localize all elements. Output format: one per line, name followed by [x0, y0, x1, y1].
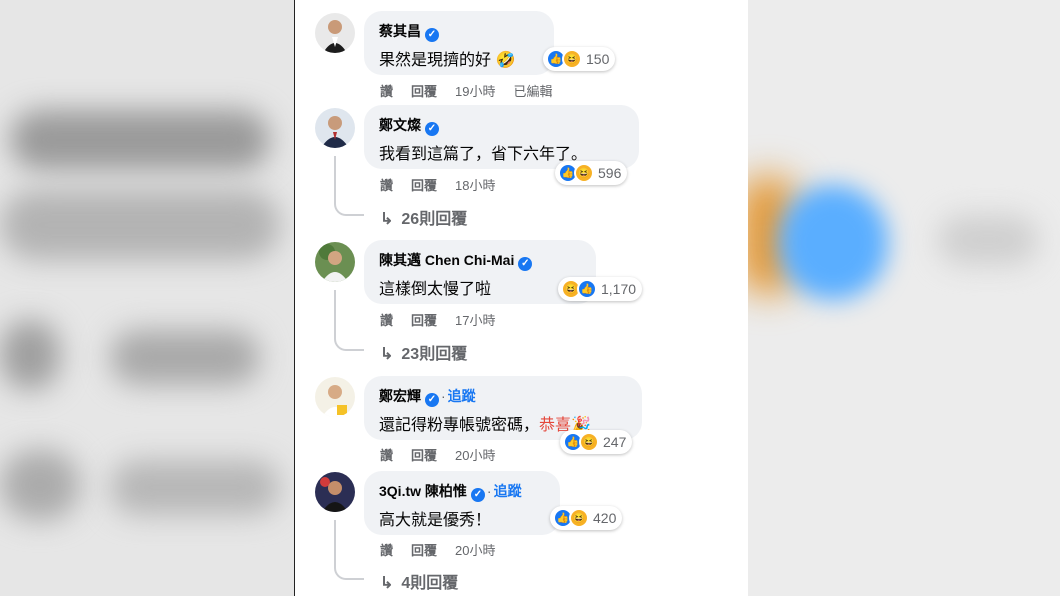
commenter-name[interactable]: 陳其邁 Chen Chi-Mai ✓ — [379, 250, 533, 271]
reaction-summary[interactable]: 😆 👍 1,170 — [558, 277, 643, 301]
reaction-count: 150 — [586, 51, 610, 67]
view-replies-link[interactable]: ↳ 26則回覆 — [380, 205, 467, 229]
reaction-summary[interactable]: 👍 😆 596 — [555, 161, 628, 185]
avatar[interactable] — [315, 108, 355, 148]
commenter-name[interactable]: 蔡其昌 ✓ — [379, 21, 439, 42]
timestamp[interactable]: 18小時 — [455, 178, 495, 193]
edited-label: 已編輯 — [513, 84, 553, 99]
comment-bubble: 鄭文燦 ✓ 我看到這篇了，省下六年了。 — [364, 105, 639, 169]
avatar[interactable] — [315, 377, 355, 417]
reaction-count: 420 — [593, 510, 617, 526]
thread-line — [334, 290, 364, 351]
comment-actions: 讚 回覆 19小時 已編輯 — [380, 81, 571, 100]
comment-bubble: 蔡其昌 ✓ 果然是現擠的好 🤣 — [364, 11, 554, 75]
like-button[interactable]: 讚 — [380, 543, 393, 558]
comment-text: 還記得粉專帳號密碼，恭喜🎉 — [379, 417, 591, 434]
reaction-count: 247 — [603, 434, 627, 450]
haha-icon: 😆 — [579, 432, 599, 452]
reply-button[interactable]: 回覆 — [411, 84, 437, 99]
commenter-name[interactable]: 鄭宏輝 ✓ · 追蹤 — [379, 386, 476, 407]
laughing-emoji-icon: 🤣 — [495, 52, 516, 69]
follow-button[interactable]: 追蹤 — [448, 388, 476, 404]
commenter-name[interactable]: 3Qi.tw 陳柏惟 ✓ · 追蹤 — [379, 481, 522, 502]
follow-button[interactable]: 追蹤 — [494, 483, 522, 499]
comment-text: 我看到這篇了，省下六年了。 — [379, 146, 588, 163]
comment-text: 這樣倒太慢了啦 — [379, 281, 492, 298]
comment-actions: 讚 回覆 20小時 — [380, 540, 514, 559]
avatar[interactable] — [315, 472, 355, 512]
reply-button[interactable]: 回覆 — [411, 543, 437, 558]
commenter-name[interactable]: 鄭文燦 ✓ — [379, 115, 439, 136]
reply-arrow-icon: ↳ — [380, 575, 394, 592]
comment-actions: 讚 回覆 17小時 — [380, 310, 514, 329]
timestamp[interactable]: 17小時 — [455, 313, 495, 328]
comment-text: 高大就是優秀！ — [379, 512, 492, 529]
reply-button[interactable]: 回覆 — [411, 448, 437, 463]
haha-icon: 😆 — [574, 163, 594, 183]
reaction-summary[interactable]: 👍 😆 150 — [543, 47, 616, 71]
thread-line — [334, 156, 364, 216]
comment-actions: 讚 回覆 20小時 — [380, 445, 514, 464]
verified-badge-icon: ✓ — [425, 28, 439, 42]
verified-badge-icon: ✓ — [518, 257, 533, 271]
verified-badge-icon: ✓ — [470, 488, 485, 502]
timestamp[interactable]: 20小時 — [455, 543, 495, 558]
timestamp[interactable]: 20小時 — [455, 448, 495, 463]
comment-bubble: 3Qi.tw 陳柏惟 ✓ · 追蹤 高大就是優秀！ — [364, 471, 560, 535]
reaction-summary[interactable]: 👍 😆 247 — [560, 430, 633, 454]
reaction-count: 1,170 — [601, 281, 637, 297]
avatar[interactable] — [315, 13, 355, 53]
blurred-background-right — [748, 0, 1060, 596]
like-button[interactable]: 讚 — [380, 313, 393, 328]
comment-actions: 讚 回覆 18小時 — [380, 175, 514, 194]
verified-badge-icon: ✓ — [425, 393, 439, 407]
reply-arrow-icon: ↳ — [380, 211, 394, 228]
like-icon: 👍 — [577, 279, 597, 299]
haha-icon: 😆 — [562, 49, 582, 69]
verified-badge-icon: ✓ — [425, 122, 439, 136]
comments-panel: 蔡其昌 ✓ 果然是現擠的好 🤣 👍 😆 150 讚回覆 19小時 已編輯 鄭文燦 ✓ 我看到… — [295, 0, 748, 596]
avatar[interactable] — [315, 242, 355, 282]
view-replies-link[interactable]: ↳ 23則回覆 — [380, 340, 467, 364]
reaction-count: 596 — [598, 165, 622, 181]
reply-button[interactable]: 回覆 — [411, 178, 437, 193]
thread-line — [334, 520, 364, 580]
view-replies-link[interactable]: ↳ 4則回覆 — [380, 569, 458, 593]
reply-button[interactable]: 回覆 — [411, 313, 437, 328]
reply-arrow-icon: ↳ — [380, 346, 394, 363]
timestamp[interactable]: 19小時 — [455, 84, 495, 99]
like-button[interactable]: 讚 — [380, 84, 393, 99]
blurred-background-left — [0, 0, 294, 596]
comment-text: 果然是現擠的好 🤣 — [379, 52, 516, 69]
reaction-summary[interactable]: 👍 😆 420 — [550, 506, 623, 530]
like-button[interactable]: 讚 — [380, 448, 393, 463]
haha-icon: 😆 — [569, 508, 589, 528]
like-button[interactable]: 讚 — [380, 178, 393, 193]
